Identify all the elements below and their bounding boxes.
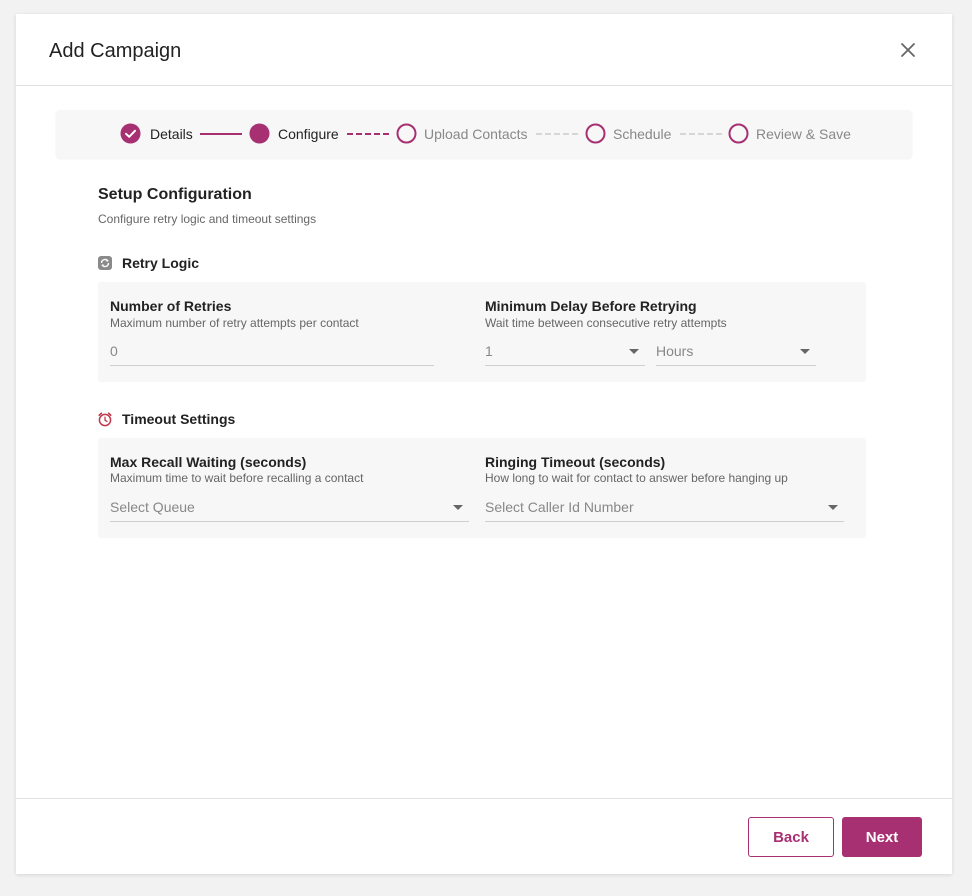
ringing-timeout-help: How long to wait for contact to answer b… — [485, 471, 788, 485]
step-schedule-label[interactable]: Schedule — [613, 126, 671, 142]
add-campaign-modal: Add Campaign Details Configure Upload Co… — [16, 14, 952, 874]
min-delay-label: Minimum Delay Before Retrying — [485, 298, 697, 314]
max-recall-placeholder: Select Queue — [110, 499, 195, 515]
step-connector — [680, 133, 722, 135]
chevron-down-icon — [828, 505, 838, 510]
number-of-retries-input[interactable]: 0 — [110, 338, 434, 366]
step-review-save-icon[interactable] — [728, 123, 749, 144]
number-of-retries-help: Maximum number of retry attempts per con… — [110, 316, 359, 330]
modal-title: Add Campaign — [49, 40, 182, 62]
close-icon[interactable] — [898, 40, 918, 60]
step-connector — [200, 133, 242, 135]
retry-logic-card: Number of Retries Maximum number of retr… — [98, 282, 866, 382]
chevron-down-icon — [800, 349, 810, 354]
max-recall-help: Maximum time to wait before recalling a … — [110, 471, 364, 485]
max-recall-label: Max Recall Waiting (seconds) — [110, 454, 307, 470]
step-review-save-label[interactable]: Review & Save — [756, 126, 851, 142]
step-connector — [347, 133, 389, 135]
min-delay-unit-select[interactable]: Hours — [656, 338, 816, 366]
max-recall-select[interactable]: Select Queue — [110, 494, 469, 522]
back-button[interactable]: Back — [748, 817, 834, 857]
min-delay-value: 1 — [485, 343, 493, 359]
number-of-retries-label: Number of Retries — [110, 298, 232, 314]
step-connector — [536, 133, 578, 135]
ringing-timeout-placeholder: Select Caller Id Number — [485, 499, 634, 515]
min-delay-help: Wait time between consecutive retry atte… — [485, 316, 727, 330]
chevron-down-icon — [453, 505, 463, 510]
step-details-check-icon[interactable] — [120, 123, 141, 144]
retry-icon — [97, 255, 113, 271]
stepper: Details Configure Upload Contacts Schedu… — [56, 110, 912, 158]
retry-logic-heading: Retry Logic — [97, 253, 297, 273]
setup-subtitle: Configure retry logic and timeout settin… — [98, 212, 317, 226]
next-button[interactable]: Next — [842, 817, 922, 857]
step-details-label[interactable]: Details — [150, 126, 193, 142]
setup-title: Setup Configuration — [98, 186, 252, 203]
ringing-timeout-label: Ringing Timeout (seconds) — [485, 454, 666, 470]
timeout-settings-title: Timeout Settings — [122, 411, 236, 427]
step-upload-contacts-icon[interactable] — [396, 123, 417, 144]
timeout-settings-heading: Timeout Settings — [97, 409, 297, 429]
chevron-down-icon — [629, 349, 639, 354]
step-schedule-icon[interactable] — [585, 123, 606, 144]
step-configure-current-icon[interactable] — [249, 123, 270, 144]
retry-logic-title: Retry Logic — [122, 255, 200, 271]
step-upload-contacts-label[interactable]: Upload Contacts — [424, 126, 528, 142]
min-delay-value-select[interactable]: 1 — [485, 338, 645, 366]
alarm-clock-icon — [97, 411, 113, 427]
ringing-timeout-select[interactable]: Select Caller Id Number — [485, 494, 844, 522]
step-configure-label[interactable]: Configure — [278, 126, 339, 142]
min-delay-unit: Hours — [656, 343, 694, 359]
timeout-settings-card: Max Recall Waiting (seconds) Maximum tim… — [98, 438, 866, 538]
modal-header: Add Campaign — [16, 14, 952, 86]
number-of-retries-value: 0 — [110, 343, 118, 359]
modal-footer: Back Next — [16, 798, 952, 874]
